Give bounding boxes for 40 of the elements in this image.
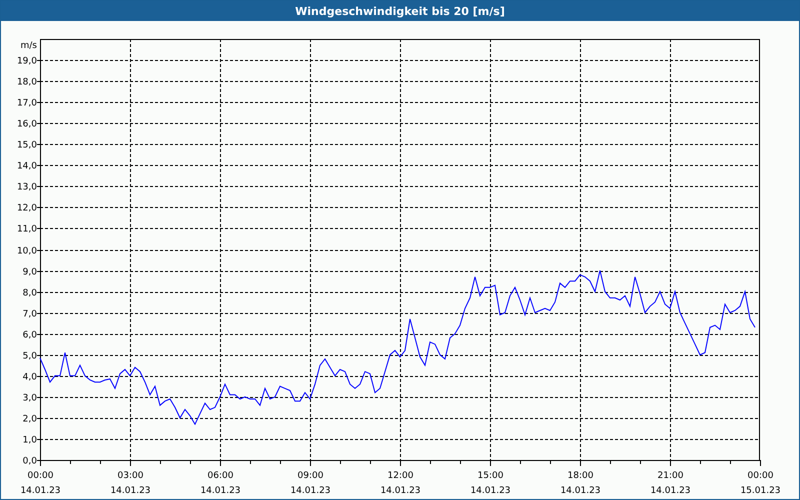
x-tick-time: 18:00 [568,471,594,481]
y-tick-label: 6,0 [22,330,37,340]
x-tick-time: 21:00 [658,471,684,481]
y-tick-label: 1,0 [22,436,37,446]
x-tick-date: 14.01.23 [470,486,511,496]
y-tick-label: 12,0 [16,204,37,214]
y-tick-label: 4,0 [22,372,37,382]
x-tick-time: 06:00 [208,471,234,481]
x-tick-date: 14.01.23 [290,486,331,496]
y-tick-label: 17,0 [16,98,37,108]
y-axis-unit: m/s [20,41,37,51]
x-tick-time: 09:00 [298,471,324,481]
x-tick-time: 00:00 [748,471,774,481]
y-tick-label: 5,0 [22,352,37,362]
y-tick-label: 3,0 [22,394,37,404]
y-tick-label: 14,0 [16,162,37,172]
x-tick-time: 00:00 [28,471,54,481]
x-tick-date: 14.01.23 [650,486,691,496]
y-tick-label: 18,0 [16,78,37,88]
x-tick-date: 14.01.23 [20,486,61,496]
y-tick-label: 16,0 [16,120,37,130]
x-tick-date: 14.01.23 [200,486,241,496]
x-tick-date: 15.01.23 [740,486,781,496]
y-tick-label: 8,0 [22,288,37,298]
y-tick-label: 19,0 [16,56,37,66]
y-tick-label: 13,0 [16,182,37,192]
x-tick-time: 12:00 [388,471,414,481]
y-tick-label: 7,0 [22,310,37,320]
x-tick-date: 14.01.23 [110,486,151,496]
y-tick-label: 11,0 [16,224,37,234]
y-tick-label: 9,0 [22,268,37,278]
x-tick-date: 14.01.23 [560,486,601,496]
x-tick-date: 14.01.23 [380,486,421,496]
y-tick-label: 15,0 [16,140,37,150]
chart-title: Windgeschwindigkeit bis 20 [m/s] [295,4,505,18]
x-tick-time: 03:00 [118,471,144,481]
y-tick-label: 0,0 [22,456,37,466]
y-tick-label: 10,0 [16,246,37,256]
y-tick-label: 2,0 [22,414,37,424]
x-tick-time: 15:00 [478,471,504,481]
